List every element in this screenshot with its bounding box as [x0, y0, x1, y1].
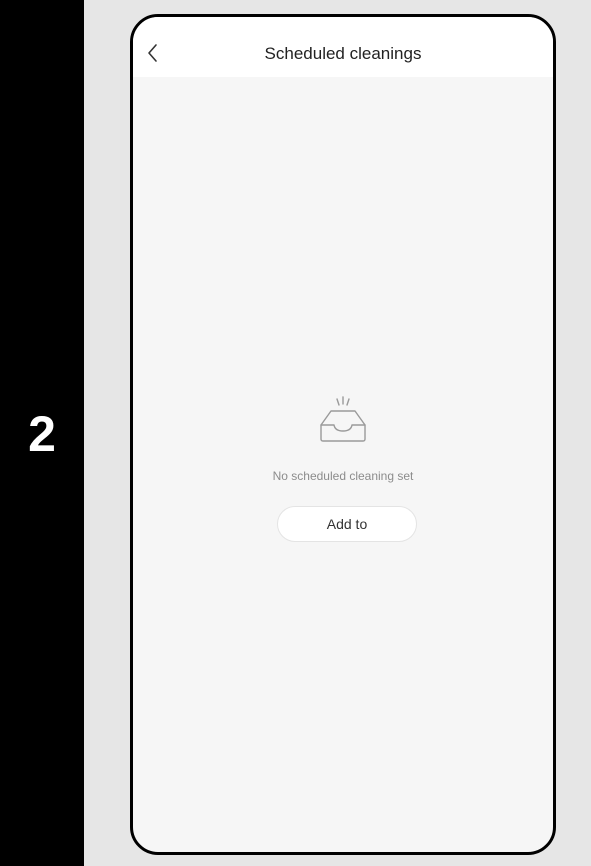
phone-frame: Scheduled cleanings No scheduled cleanin… [130, 14, 556, 855]
add-schedule-button[interactable]: Add to [277, 506, 417, 542]
step-number: 2 [28, 406, 56, 462]
empty-inbox-icon [320, 396, 366, 442]
app-header: Scheduled cleanings [133, 17, 553, 77]
step-sidebar: 2 [0, 0, 84, 866]
page-title: Scheduled cleanings [264, 44, 422, 63]
empty-state-message: No scheduled cleaning set [272, 469, 414, 483]
